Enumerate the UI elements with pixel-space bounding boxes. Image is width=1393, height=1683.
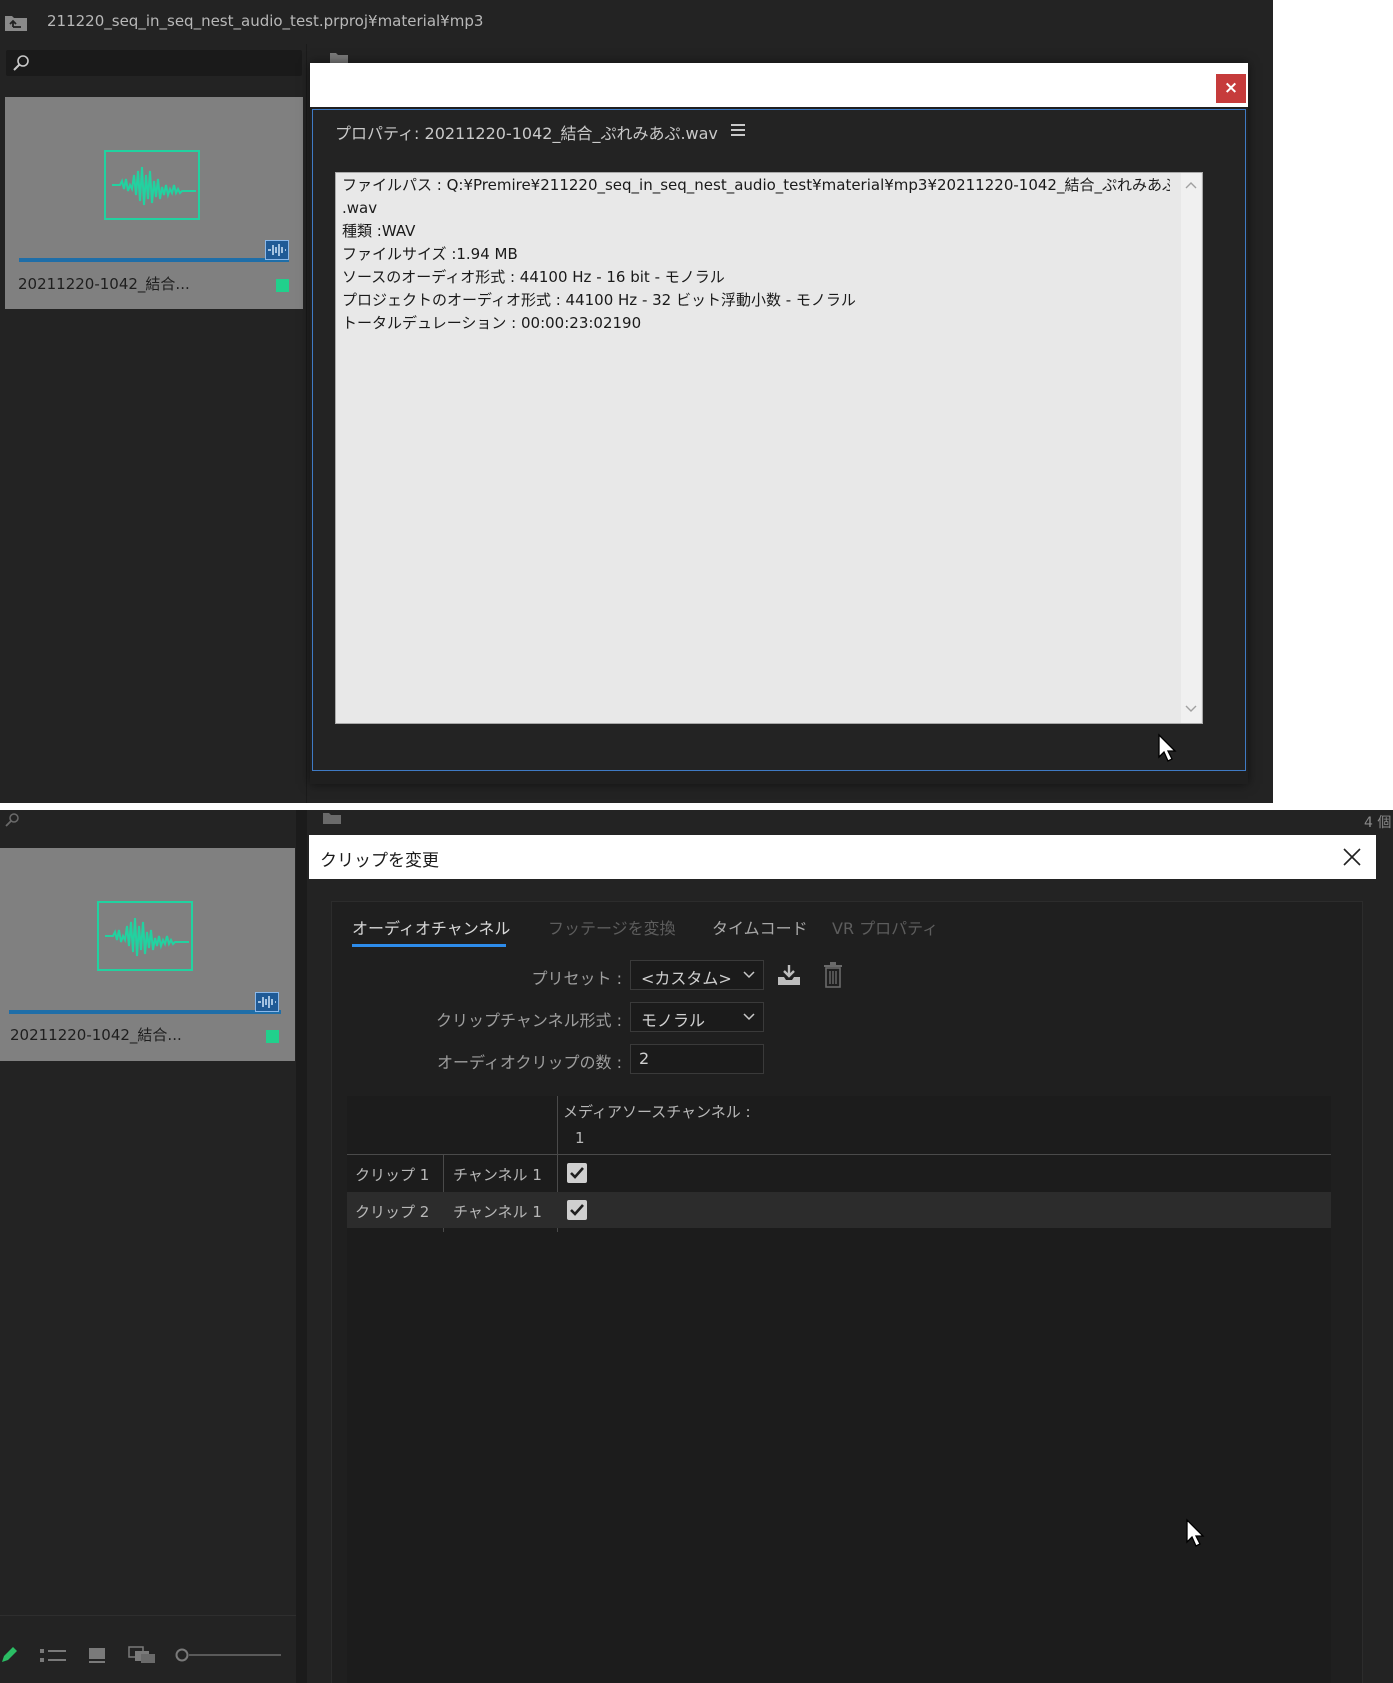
list-view-icon[interactable]: [40, 1648, 66, 1664]
close-icon[interactable]: [1341, 846, 1363, 868]
clip-progress-bar: [9, 1010, 281, 1014]
property-line: ファイルサイズ :1.94 MB: [342, 245, 518, 263]
property-line: トータルデュレーション : 00:00:23:02190: [342, 314, 642, 332]
clip-cell: クリップ 1: [355, 1166, 430, 1184]
preset-value: <カスタム>: [641, 969, 732, 988]
channel-assignment-grid: メディアソースチャンネル : 1 クリップ 1 チャンネル 1 クリップ 2 チ…: [347, 1096, 1331, 1683]
mouse-cursor-icon: [1158, 733, 1177, 762]
pencil-icon[interactable]: [0, 1646, 18, 1664]
clip-count-input[interactable]: 2: [630, 1044, 764, 1074]
search-icon: [5, 813, 19, 827]
property-line: プロジェクトのオーディオ形式 : 44100 Hz - 32 ビット浮動小数 -…: [342, 291, 856, 309]
close-button[interactable]: ×: [1216, 74, 1246, 103]
bin-toolbar: [0, 1615, 296, 1683]
grid-header: メディアソースチャンネル : 1: [347, 1096, 1331, 1155]
dialog-body: オーディオチャンネル フッテージを変換 タイムコード VR プロパティ プリセッ…: [331, 901, 1363, 1683]
tab-vr-properties[interactable]: VR プロパティ: [832, 915, 938, 939]
clip-thumbnail[interactable]: 20211220-1042_結合...: [5, 97, 303, 309]
clip-thumbnail[interactable]: 20211220-1042_結合...: [0, 848, 295, 1061]
clip-progress-bar: [19, 258, 289, 262]
zoom-slider-icon[interactable]: [173, 1648, 281, 1662]
search-input[interactable]: [6, 50, 302, 76]
tab-audio-channels[interactable]: オーディオチャンネル: [352, 915, 510, 939]
channel-checkbox[interactable]: [567, 1200, 587, 1220]
path-bar: 211220_seq_in_seq_nest_audio_test.prproj…: [0, 0, 1273, 44]
dialog-titlebar: ×: [310, 63, 1248, 107]
properties-text-area[interactable]: ファイルパス : Q:¥Premire¥211220_seq_in_seq_ne…: [335, 172, 1203, 724]
property-line: ファイルパス : Q:¥Premire¥211220_seq_in_seq_ne…: [342, 176, 1170, 194]
properties-dialog: × プロパティ: 20211220-1042_結合_ぷれみあぷ.wav ファイル…: [310, 63, 1248, 784]
folder-up-icon[interactable]: [4, 12, 28, 32]
channel-format-label: クリップチャンネル形式 :: [436, 1011, 622, 1030]
check-icon: [570, 1167, 584, 1179]
folder-icon[interactable]: [323, 812, 341, 824]
modify-clip-dialog: クリップを変更 オーディオチャンネル フッテージを変換 タイムコード VR プロ…: [309, 835, 1376, 1683]
waveform-icon: [97, 901, 193, 971]
audio-clip-icon: [255, 992, 279, 1012]
clip-count-value: 2: [639, 1049, 650, 1068]
clip-name: 20211220-1042_結合...: [18, 275, 190, 293]
trash-icon[interactable]: [823, 962, 843, 988]
media-source-channel-header: メディアソースチャンネル :: [563, 1103, 751, 1121]
scroll-down-icon[interactable]: [1185, 705, 1197, 713]
item-count: 4 個: [1364, 815, 1392, 831]
properties-content: ファイルパス : Q:¥Premire¥211220_seq_in_seq_ne…: [336, 174, 1170, 335]
channel-format-dropdown[interactable]: モノラル: [630, 1002, 764, 1032]
property-line: ソースのオーディオ形式 : 44100 Hz - 16 bit - モノラル: [342, 268, 725, 286]
freeform-view-icon[interactable]: [128, 1646, 156, 1664]
property-line: 種類 :WAV: [342, 222, 416, 240]
channel-checkbox[interactable]: [567, 1163, 587, 1183]
clip-count-label: オーディオクリップの数 :: [436, 1053, 622, 1072]
panel-divider: [296, 810, 307, 1683]
channel-format-value: モノラル: [641, 1011, 706, 1030]
menu-icon[interactable]: [731, 124, 745, 139]
properties-panel: プロパティ: 20211220-1042_結合_ぷれみあぷ.wav ファイルパス…: [312, 109, 1246, 771]
project-path: 211220_seq_in_seq_nest_audio_test.prproj…: [47, 12, 484, 30]
panel-divider: [306, 44, 307, 803]
clip-cell: クリップ 2: [355, 1203, 430, 1221]
preset-label: プリセット :: [531, 969, 622, 988]
mouse-cursor-icon: [1186, 1518, 1205, 1547]
property-line: .wav: [342, 199, 378, 217]
table-row: クリップ 1 チャンネル 1: [347, 1155, 1331, 1191]
vertical-scrollbar[interactable]: [1181, 173, 1201, 723]
clip-name: 20211220-1042_結合...: [10, 1026, 182, 1044]
panel-title: プロパティ: 20211220-1042_結合_ぷれみあぷ.wav: [335, 124, 718, 143]
chevron-down-icon: [743, 1013, 755, 1021]
audio-clip-icon: [265, 240, 289, 260]
preset-dropdown[interactable]: <カスタム>: [630, 960, 764, 990]
table-row: クリップ 2 チャンネル 1: [347, 1192, 1331, 1228]
channel-cell: チャンネル 1: [453, 1166, 542, 1184]
tab-timecode[interactable]: タイムコード: [712, 915, 808, 939]
label-color-swatch: [276, 279, 289, 292]
scroll-up-icon[interactable]: [1185, 181, 1197, 189]
source-channel-number: 1: [575, 1129, 585, 1147]
channel-cell: チャンネル 1: [453, 1203, 542, 1221]
dialog-title: クリップを変更: [320, 851, 439, 871]
active-tab-indicator: [352, 944, 506, 947]
project-panel-bottom: 4 個 20211220-1042_結合... クリップを変更 オーディオチャン…: [0, 810, 1393, 1683]
chevron-down-icon: [743, 971, 755, 979]
tab-interpret-footage[interactable]: フッテージを変換: [548, 915, 676, 939]
label-color-swatch: [266, 1030, 279, 1043]
top-strip: 4 個: [0, 810, 1393, 832]
icon-view-icon[interactable]: [88, 1647, 106, 1663]
waveform-icon: [104, 150, 200, 220]
dialog-titlebar: クリップを変更: [309, 835, 1376, 879]
download-icon[interactable]: [776, 963, 802, 987]
project-panel-top: 211220_seq_in_seq_nest_audio_test.prproj…: [0, 0, 1273, 803]
search-icon: [13, 55, 29, 71]
check-icon: [570, 1204, 584, 1216]
